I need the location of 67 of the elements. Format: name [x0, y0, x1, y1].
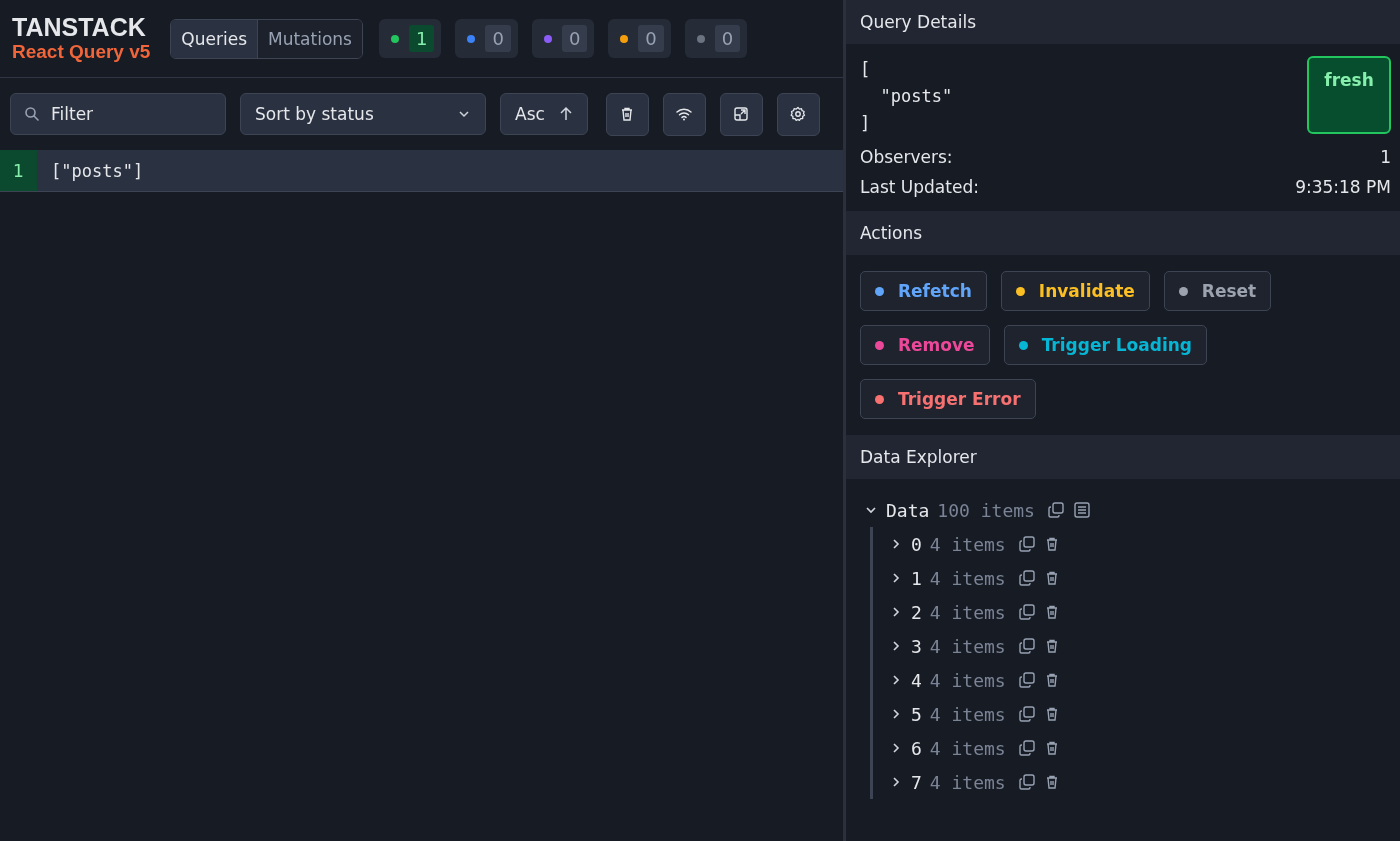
- item-count: 4 items: [929, 703, 1006, 725]
- tree-key: 4: [911, 669, 922, 691]
- filter-field[interactable]: Filter: [10, 93, 226, 135]
- query-key-code: [ "posts" ]: [860, 58, 953, 135]
- item-count: 4 items: [929, 601, 1006, 623]
- wifi-icon: [675, 106, 694, 122]
- tab[interactable]: Mutations: [257, 19, 362, 58]
- copy-icon[interactable]: [1017, 671, 1036, 689]
- brand-title: TANSTACK: [12, 14, 147, 42]
- sort-order-button[interactable]: Asc: [500, 93, 588, 135]
- tree-key: 6: [911, 737, 922, 759]
- tree-key: 7: [911, 771, 922, 793]
- count-number: 1: [408, 25, 435, 52]
- clear-cache-button[interactable]: [605, 92, 649, 136]
- item-count: 4 items: [929, 635, 1006, 657]
- search-icon: [24, 106, 40, 122]
- copy-icon[interactable]: [1017, 603, 1036, 621]
- item-count: 100 items: [937, 499, 1035, 521]
- sort-select[interactable]: Sort by status: [240, 93, 486, 135]
- tree-key: 2: [911, 601, 922, 623]
- tree-key: 3: [911, 635, 922, 657]
- tree-key: 0: [911, 533, 922, 555]
- action-button[interactable]: Remove: [860, 325, 990, 365]
- copy-icon[interactable]: [1017, 637, 1036, 655]
- tab[interactable]: Queries: [171, 19, 257, 58]
- count-number: 0: [561, 25, 588, 52]
- copy-icon[interactable]: [1046, 501, 1065, 519]
- copy-icon[interactable]: [1017, 535, 1036, 553]
- section-title: Actions: [860, 223, 923, 243]
- copy-icon[interactable]: [1017, 773, 1036, 791]
- query-key: ["posts"]: [51, 160, 144, 181]
- item-count: 4 items: [929, 669, 1006, 691]
- list-icon[interactable]: [1072, 501, 1091, 519]
- detail-value: 1: [1380, 147, 1391, 167]
- brand-subtitle: React Query v5: [12, 41, 151, 63]
- pip-button[interactable]: [719, 92, 763, 136]
- online-toggle-button[interactable]: [662, 92, 706, 136]
- action-button[interactable]: Trigger Error: [860, 379, 1036, 419]
- section-title: Query Details: [860, 12, 976, 32]
- item-count: 4 items: [929, 737, 1006, 759]
- detail-value: 9:35:18 PM: [1295, 177, 1391, 197]
- item-count: 4 items: [929, 771, 1006, 793]
- count-number: 0: [714, 25, 741, 52]
- item-count: 4 items: [929, 567, 1006, 589]
- item-count: 4 items: [929, 533, 1006, 555]
- count-number: 0: [638, 25, 664, 52]
- copy-icon[interactable]: [1017, 569, 1036, 587]
- count-number: 0: [485, 25, 511, 52]
- external-window-icon: [733, 106, 750, 122]
- section-title: Data Explorer: [860, 447, 977, 467]
- tree-key: Data: [886, 499, 930, 521]
- action-button[interactable]: Trigger Loading: [1003, 325, 1207, 365]
- action-button[interactable]: Invalidate: [1000, 271, 1150, 311]
- action-button[interactable]: Reset: [1163, 271, 1272, 311]
- detail-label: Observers:: [860, 147, 953, 167]
- copy-icon[interactable]: [1017, 739, 1036, 757]
- arrow-up-icon: [558, 106, 573, 122]
- tree-key: 5: [911, 703, 922, 725]
- query-row[interactable]: 1 ["posts"]: [0, 150, 843, 192]
- status-badge: fresh: [1307, 56, 1391, 134]
- copy-icon[interactable]: [1017, 705, 1036, 723]
- observer-count: 1: [0, 150, 37, 191]
- tree-key: 1: [911, 567, 922, 589]
- settings-button[interactable]: [776, 92, 820, 136]
- detail-label: Last Updated:: [860, 177, 979, 197]
- settings-icon: [790, 106, 807, 122]
- action-button[interactable]: Refetch: [860, 271, 987, 311]
